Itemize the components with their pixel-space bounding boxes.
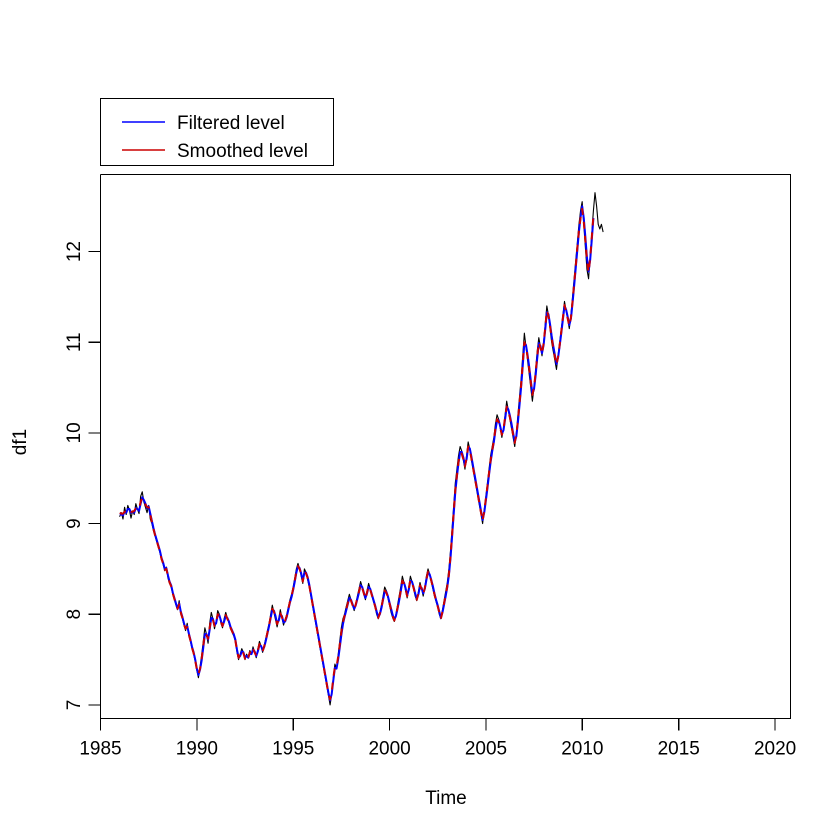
x-axis-title: Time: [425, 788, 467, 809]
x-tick-label: 2015: [658, 739, 700, 760]
y-axis-title: df1: [10, 429, 31, 455]
y-tick-label: 8: [64, 609, 85, 620]
legend-label-smoothed: Smoothed level: [177, 141, 308, 162]
x-tick-label: 1985: [79, 739, 121, 760]
x-tick-label: 2010: [561, 739, 603, 760]
legend: Filtered level Smoothed level: [99, 97, 335, 167]
x-tick-label: 1990: [176, 739, 218, 760]
y-tick-label: 11: [64, 332, 85, 352]
y-tick-label: 7: [64, 700, 85, 711]
legend-label-filtered: Filtered level: [177, 113, 285, 134]
y-tick-label: 12: [64, 241, 85, 262]
y-tick-label: 9: [64, 518, 85, 529]
x-tick-label: 2020: [754, 739, 796, 760]
y-tick-label: 10: [64, 422, 85, 443]
x-tick-label: 2000: [368, 739, 410, 760]
chart-canvas: 7 8 9 10 11 12 1985 1990 1995 2000 2005 2010 2015 20…: [0, 0, 840, 840]
x-tick-label: 1995: [272, 739, 314, 760]
x-tick-label: 2005: [465, 739, 507, 760]
timeseries-plot: 7 8 9 10 11 12 1985 1990 1995 2000 2005 2010 2015 20…: [0, 0, 840, 840]
